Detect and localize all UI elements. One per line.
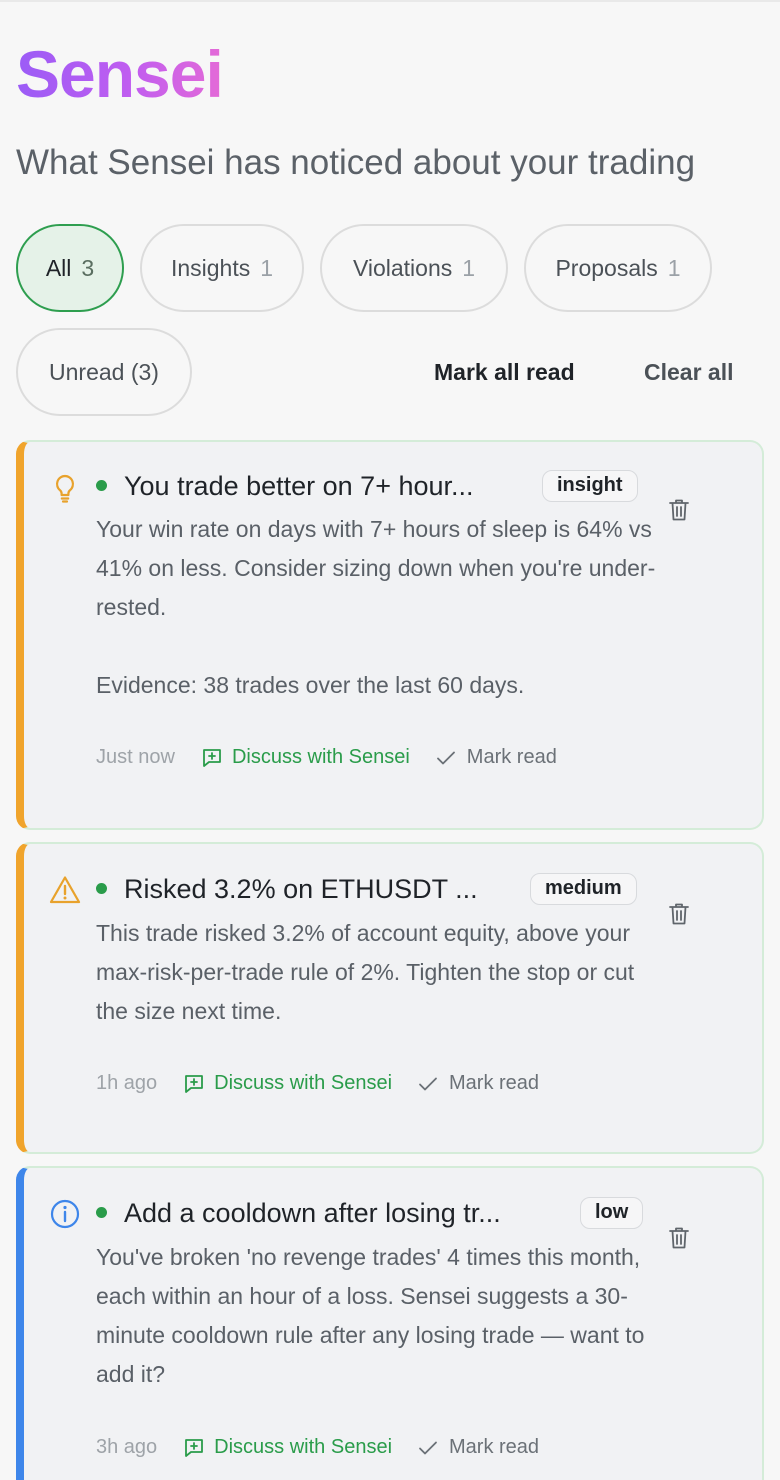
discuss-label: Discuss with Sensei bbox=[214, 1436, 393, 1458]
filter-chip-violations[interactable]: Violations 1 bbox=[320, 224, 508, 312]
card-title: Risked 3.2% on ETHUSDT ... bbox=[124, 874, 478, 904]
discuss-with-sensei-button[interactable]: Discuss with Sensei bbox=[183, 1436, 392, 1459]
filter-label: Violations bbox=[352, 254, 453, 281]
category-badge: insight bbox=[542, 470, 638, 502]
unread-dot bbox=[96, 480, 107, 491]
card-body: This trade risked 3.2% of account equity… bbox=[96, 920, 635, 1024]
unread-dot bbox=[96, 1207, 107, 1218]
lightbulb-icon bbox=[55, 474, 75, 503]
filter-chip-all[interactable]: All 3 bbox=[16, 224, 124, 312]
discuss-with-sensei-button[interactable]: Discuss with Sensei bbox=[183, 1072, 392, 1095]
trash-icon[interactable] bbox=[668, 1226, 690, 1250]
filter-chip-unread[interactable]: Unread (3) bbox=[16, 328, 192, 416]
brand-logo: Sensei bbox=[16, 37, 224, 111]
check-icon bbox=[419, 1441, 437, 1454]
card-footer: 3h ago Discuss with Sensei Mark read bbox=[96, 1436, 539, 1459]
mark-read-button[interactable]: Mark read bbox=[436, 746, 557, 769]
discuss-label: Discuss with Sensei bbox=[231, 746, 410, 768]
unread-dot bbox=[96, 883, 107, 894]
chat-plus-icon bbox=[203, 748, 221, 767]
trash-icon[interactable] bbox=[668, 498, 690, 522]
mark-read-button[interactable]: Mark read bbox=[418, 1072, 539, 1095]
notification-card-insight[interactable]: You trade better on 7+ hour... insight Y… bbox=[16, 440, 764, 830]
timestamp: Just now bbox=[96, 746, 175, 768]
notification-card-violation[interactable]: Risked 3.2% on ETHUSDT ... medium This t… bbox=[16, 842, 764, 1154]
card-title: Add a cooldown after losing tr... bbox=[124, 1198, 501, 1228]
mark-read-label: Mark read bbox=[466, 746, 557, 768]
check-icon bbox=[419, 1077, 437, 1090]
filter-label: All bbox=[45, 254, 72, 281]
chat-plus-icon bbox=[185, 1074, 204, 1093]
timestamp: 1h ago bbox=[96, 1072, 158, 1094]
card-footer: 1h ago Discuss with Sensei Mark read bbox=[96, 1072, 539, 1095]
timestamp: 3h ago bbox=[96, 1436, 158, 1458]
mark-read-label: Mark read bbox=[449, 1436, 540, 1458]
check-icon bbox=[436, 751, 455, 764]
filter-chip-insights[interactable]: Insights 1 bbox=[140, 224, 304, 312]
severity-badge: medium bbox=[530, 873, 637, 905]
top-border bbox=[0, 0, 780, 2]
filter-chip-proposals[interactable]: Proposals 1 bbox=[524, 224, 712, 312]
filter-count: 3 bbox=[81, 254, 95, 281]
priority-badge: low bbox=[580, 1197, 644, 1229]
card-footer: Just now Discuss with Sensei Mark read bbox=[96, 746, 557, 769]
mark-read-label: Mark read bbox=[449, 1072, 540, 1094]
filter-label: Insights bbox=[170, 254, 251, 281]
trash-icon[interactable] bbox=[668, 902, 690, 926]
card-body: You've broken 'no revenge trades' 4 time… bbox=[96, 1244, 645, 1387]
mark-read-button[interactable]: Mark read bbox=[418, 1436, 539, 1459]
warning-icon bbox=[49, 876, 81, 904]
page-subtitle: What Sensei has noticed about your tradi… bbox=[16, 143, 696, 182]
card-title: You trade better on 7+ hour... bbox=[124, 471, 474, 501]
discuss-label: Discuss with Sensei bbox=[214, 1072, 393, 1094]
chat-plus-icon bbox=[185, 1438, 204, 1457]
info-icon bbox=[50, 1199, 80, 1229]
notification-card-proposal[interactable]: Add a cooldown after losing tr... low Yo… bbox=[16, 1166, 764, 1480]
clear-all-button[interactable]: Clear all bbox=[644, 356, 734, 388]
card-body: Your win rate on days with 7+ hours of s… bbox=[96, 516, 656, 698]
discuss-with-sensei-button[interactable]: Discuss with Sensei bbox=[201, 746, 410, 769]
filter-count: 1 bbox=[260, 254, 274, 281]
filter-count: 1 bbox=[462, 254, 476, 281]
mark-all-read-button[interactable]: Mark all read bbox=[434, 356, 575, 388]
filter-label: Proposals bbox=[555, 254, 658, 281]
filter-count: 1 bbox=[667, 254, 681, 281]
